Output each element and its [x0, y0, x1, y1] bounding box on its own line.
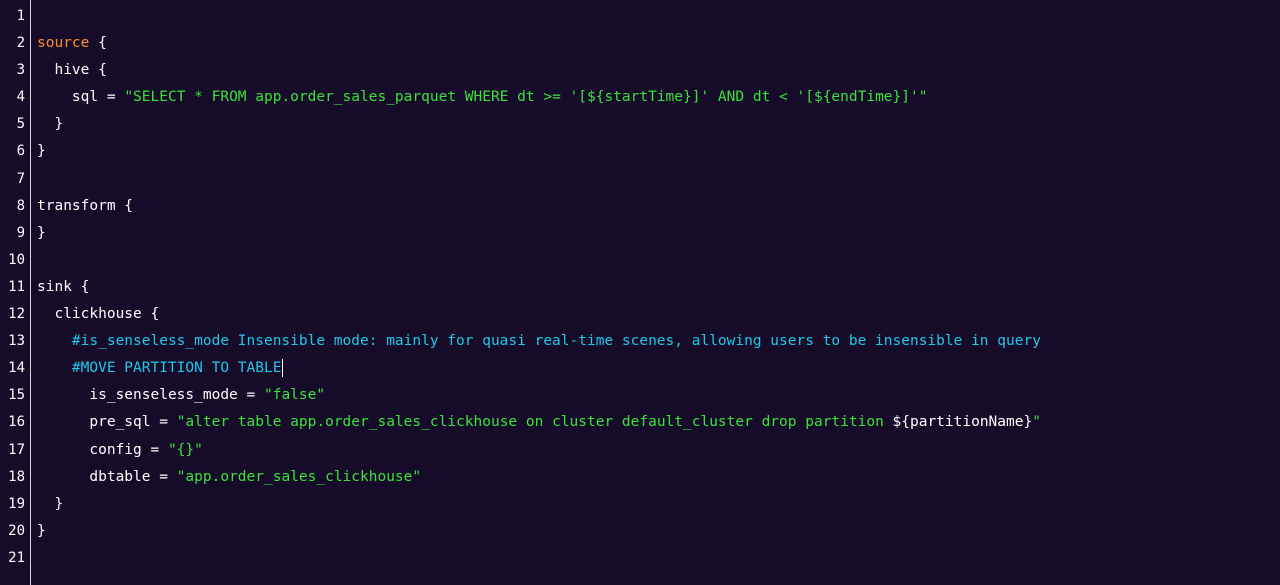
code-line[interactable]: 18 dbtable = "app.order_sales_clickhouse… — [0, 464, 1280, 491]
line-code: config = "{}" — [37, 437, 203, 464]
code-token: } — [37, 143, 46, 160]
line-number: 18 — [8, 468, 25, 485]
line-code: dbtable = "app.order_sales_clickhouse" — [37, 464, 421, 491]
line-code: } — [37, 220, 46, 247]
line-number: 19 — [8, 495, 25, 512]
code-line[interactable]: 10 — [0, 247, 1280, 274]
code-token: { — [89, 35, 107, 52]
code-token: source — [37, 35, 90, 52]
code-token: #is_senseless_mode Insensible mode: main… — [37, 333, 1041, 350]
code-token: } — [37, 116, 64, 133]
line-code: is_senseless_mode = "false" — [37, 382, 325, 409]
line-number: 5 — [16, 116, 25, 133]
line-code: transform { — [37, 193, 133, 220]
code-token: pre_sql = — [37, 414, 177, 431]
code-line[interactable]: 17 config = "{}" — [0, 437, 1280, 464]
code-token: } — [37, 495, 64, 512]
code-line[interactable]: 1 — [0, 3, 1280, 30]
line-number: 21 — [8, 549, 25, 566]
code-line[interactable]: 20} — [0, 518, 1280, 545]
code-line[interactable]: 8 transform { — [0, 193, 1280, 220]
code-token: } — [37, 224, 46, 241]
code-line[interactable]: 14 #MOVE PARTITION TO TABLE — [0, 355, 1280, 382]
line-number: 7 — [16, 170, 25, 187]
code-line[interactable]: 16 pre_sql = "alter table app.order_sale… — [0, 409, 1280, 436]
line-code: pre_sql = "alter table app.order_sales_c… — [37, 409, 1041, 436]
line-code: hive { — [37, 57, 107, 84]
code-editor[interactable]: 1 2 source {3 hive {4 sql = "SELECT * FROM… — [0, 0, 1280, 585]
code-token: } — [37, 522, 46, 539]
line-code: sql = "SELECT * FROM app.order_sales_par… — [37, 84, 928, 111]
line-code: } — [37, 111, 63, 138]
code-line[interactable]: 21 — [0, 545, 1280, 572]
line-number: 6 — [16, 143, 25, 160]
code-token: dbtable = — [37, 468, 177, 485]
line-code: } — [37, 138, 46, 165]
line-number: 11 — [8, 278, 25, 295]
code-line[interactable]: 9} — [0, 220, 1280, 247]
line-number: 14 — [8, 360, 25, 377]
code-line[interactable]: 6} — [0, 138, 1280, 165]
code-line[interactable]: 11 sink { — [0, 274, 1280, 301]
line-number: 12 — [8, 306, 25, 323]
line-number: 17 — [8, 441, 25, 458]
code-token: hive { — [37, 62, 107, 79]
code-token: #MOVE PARTITION TO TABLE — [37, 360, 282, 377]
code-token: "alter table app.order_sales_clickhouse … — [176, 414, 893, 431]
text-cursor — [282, 359, 284, 378]
code-line[interactable]: 5 } — [0, 111, 1280, 138]
code-line[interactable]: 19 } — [0, 491, 1280, 518]
code-token: transform { — [37, 197, 134, 214]
line-number: 13 — [8, 333, 25, 350]
line-code: #is_senseless_mode Insensible mode: main… — [37, 328, 1041, 355]
line-code: } — [37, 518, 46, 545]
line-code: #MOVE PARTITION TO TABLE — [37, 355, 284, 382]
line-code: } — [37, 491, 63, 518]
line-number: 1 — [16, 8, 25, 24]
code-token: "{}" — [167, 441, 203, 458]
code-token: clickhouse { — [37, 306, 160, 323]
code-line[interactable]: 2 source { — [0, 30, 1280, 57]
code-token: sink { — [37, 278, 90, 295]
code-line[interactable]: 12 clickhouse { — [0, 301, 1280, 328]
line-number: 8 — [16, 197, 25, 214]
code-token: " — [1032, 414, 1041, 431]
line-number: 10 — [8, 251, 25, 268]
code-token: config = — [37, 441, 168, 458]
line-number: 2 — [16, 35, 25, 52]
line-code: clickhouse { — [37, 301, 159, 328]
code-line[interactable]: 13 #is_senseless_mode Insensible mode: m… — [0, 328, 1280, 355]
code-token: "SELECT * FROM app.order_sales_parquet W… — [124, 89, 928, 106]
line-code: sink { — [37, 274, 89, 301]
code-line[interactable]: 15 is_senseless_mode = "false" — [0, 382, 1280, 409]
line-number: 20 — [8, 522, 25, 539]
code-token: "false" — [263, 387, 326, 404]
code-token: ${partitionName} — [892, 414, 1033, 431]
code-line[interactable]: 4 sql = "SELECT * FROM app.order_sales_p… — [0, 84, 1280, 111]
line-number: 16 — [8, 414, 25, 431]
code-token: sql = — [37, 89, 125, 106]
code-line[interactable]: 3 hive { — [0, 57, 1280, 84]
line-number: 15 — [8, 387, 25, 404]
code-lines[interactable]: 1 2 source {3 hive {4 sql = "SELECT * FROM… — [0, 3, 1280, 572]
code-token: is_senseless_mode = — [37, 387, 264, 404]
code-line[interactable]: 7 — [0, 166, 1280, 193]
line-number: 9 — [16, 224, 25, 241]
line-code: source { — [37, 30, 107, 57]
code-token: "app.order_sales_clickhouse" — [176, 468, 422, 485]
line-number: 4 — [16, 89, 25, 106]
line-number: 3 — [16, 62, 25, 79]
